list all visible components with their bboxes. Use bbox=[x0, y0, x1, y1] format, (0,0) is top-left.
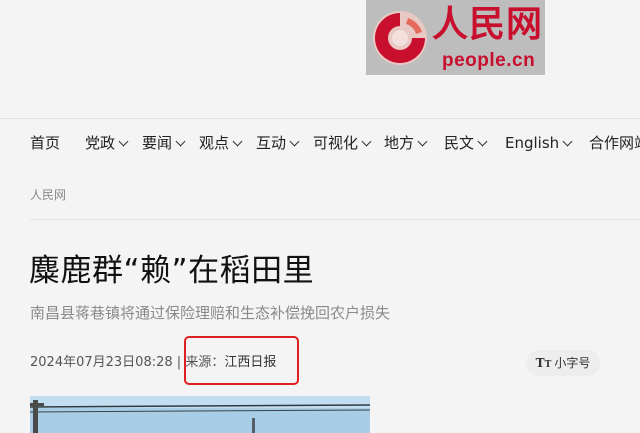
site-header: 人民网 people.cn bbox=[0, 0, 640, 118]
article-subtitle: 南昌县蒋巷镇将通过保险理赔和生态补偿挽回农户损失 bbox=[30, 304, 391, 322]
chevron-down-icon bbox=[562, 136, 573, 147]
nav-item-partner-sites[interactable]: 合作网站 bbox=[589, 133, 640, 153]
nav-item-opinion[interactable]: 观点 bbox=[199, 133, 243, 153]
chevron-down-icon bbox=[361, 136, 372, 147]
people-cn-logo[interactable]: 人民网 people.cn bbox=[366, 0, 545, 75]
nav-item-interaction[interactable]: 互动 bbox=[256, 133, 300, 153]
chevron-down-icon bbox=[417, 136, 428, 147]
chevron-down-icon bbox=[175, 136, 186, 147]
chevron-down-icon bbox=[477, 136, 488, 147]
nav-item-visualization[interactable]: 可视化 bbox=[313, 133, 372, 153]
breadcrumb[interactable]: 人民网 bbox=[30, 186, 66, 203]
nav-item-home[interactable]: 首页 bbox=[30, 133, 60, 153]
publish-datetime: 2024年07月23日08:28 bbox=[30, 355, 173, 370]
nav-label: 首页 bbox=[30, 134, 61, 152]
nav-label: 观点 bbox=[199, 134, 230, 152]
nav-label: 互动 bbox=[256, 134, 287, 152]
font-size-toggle-button[interactable]: TT 小字号 bbox=[526, 350, 600, 376]
nav-label: 党政 bbox=[85, 134, 116, 152]
nav-item-english[interactable]: English bbox=[505, 133, 573, 153]
photo-scene bbox=[30, 396, 370, 433]
nav-label: 可视化 bbox=[313, 134, 359, 152]
text-size-icon: TT bbox=[535, 356, 552, 370]
divider bbox=[30, 219, 640, 220]
chevron-down-icon bbox=[232, 136, 243, 147]
meta-separator: | bbox=[176, 355, 182, 370]
article-title: 麋鹿群“赖”在稻田里 bbox=[29, 253, 315, 289]
main-navigation: 首页 党政 要闻 观点 互动 可视化 地方 民文 English 合作网站 bbox=[0, 118, 640, 169]
source-highlight-box bbox=[184, 336, 299, 385]
nav-item-news[interactable]: 要闻 bbox=[142, 133, 186, 153]
logo-chinese-text: 人民网 bbox=[432, 3, 544, 45]
nav-item-ethnic-languages[interactable]: 民文 bbox=[444, 133, 488, 153]
nav-label: 要闻 bbox=[142, 134, 173, 152]
logo-english-text: people.cn bbox=[442, 50, 536, 71]
nav-item-party-gov[interactable]: 党政 bbox=[85, 133, 129, 153]
nav-label: 合作网站 bbox=[589, 134, 640, 152]
nav-label: 民文 bbox=[444, 134, 475, 152]
nav-item-local[interactable]: 地方 bbox=[384, 133, 428, 153]
logo-swirl-icon bbox=[373, 11, 427, 65]
chevron-down-icon bbox=[289, 136, 300, 147]
article-content: 人民网 麋鹿群“赖”在稻田里 南昌县蒋巷镇将通过保险理赔和生态补偿挽回农户损失 … bbox=[0, 168, 640, 433]
font-size-label: 小字号 bbox=[554, 356, 591, 370]
chevron-down-icon bbox=[118, 136, 129, 147]
nav-label: 地方 bbox=[384, 134, 415, 152]
nav-label: English bbox=[505, 134, 560, 152]
article-photo bbox=[30, 396, 370, 433]
